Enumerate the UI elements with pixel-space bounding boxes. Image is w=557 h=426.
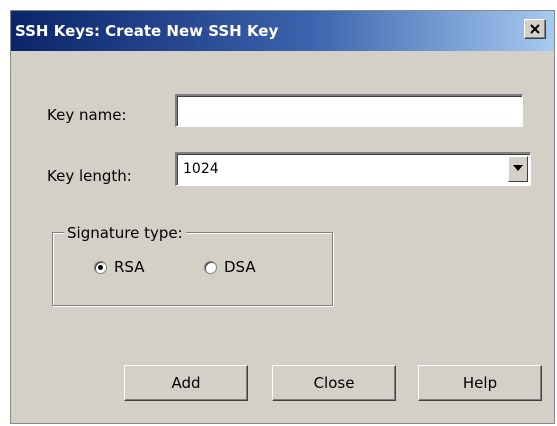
close-button[interactable]: Close (272, 365, 396, 401)
key-name-input[interactable] (175, 94, 523, 127)
close-window-button[interactable] (524, 19, 546, 39)
key-name-label: Key name: (47, 106, 127, 124)
signature-type-label: Signature type: (64, 224, 186, 242)
radio-dsa-indicator[interactable] (204, 260, 217, 274)
radio-selected-dot (98, 264, 103, 270)
radio-dsa[interactable]: DSA (204, 258, 256, 276)
key-length-label: Key length: (47, 167, 132, 185)
chevron-down-icon (513, 165, 523, 171)
key-length-dropdown[interactable]: 1024 (175, 152, 531, 186)
dialog-window: SSH Keys: Create New SSH Key Key name: K… (10, 10, 555, 424)
add-button[interactable]: Add (124, 365, 248, 401)
radio-rsa-label: RSA (114, 258, 145, 276)
radio-dsa-label: DSA (224, 258, 256, 276)
dropdown-arrow-button[interactable] (508, 156, 528, 182)
radio-rsa[interactable]: RSA (94, 258, 144, 276)
title-bar[interactable]: SSH Keys: Create New SSH Key (11, 11, 554, 51)
radio-rsa-indicator[interactable] (94, 260, 107, 274)
close-icon (530, 24, 540, 34)
help-button[interactable]: Help (418, 365, 542, 401)
window-title: SSH Keys: Create New SSH Key (15, 22, 279, 40)
key-length-value: 1024 (183, 161, 219, 177)
